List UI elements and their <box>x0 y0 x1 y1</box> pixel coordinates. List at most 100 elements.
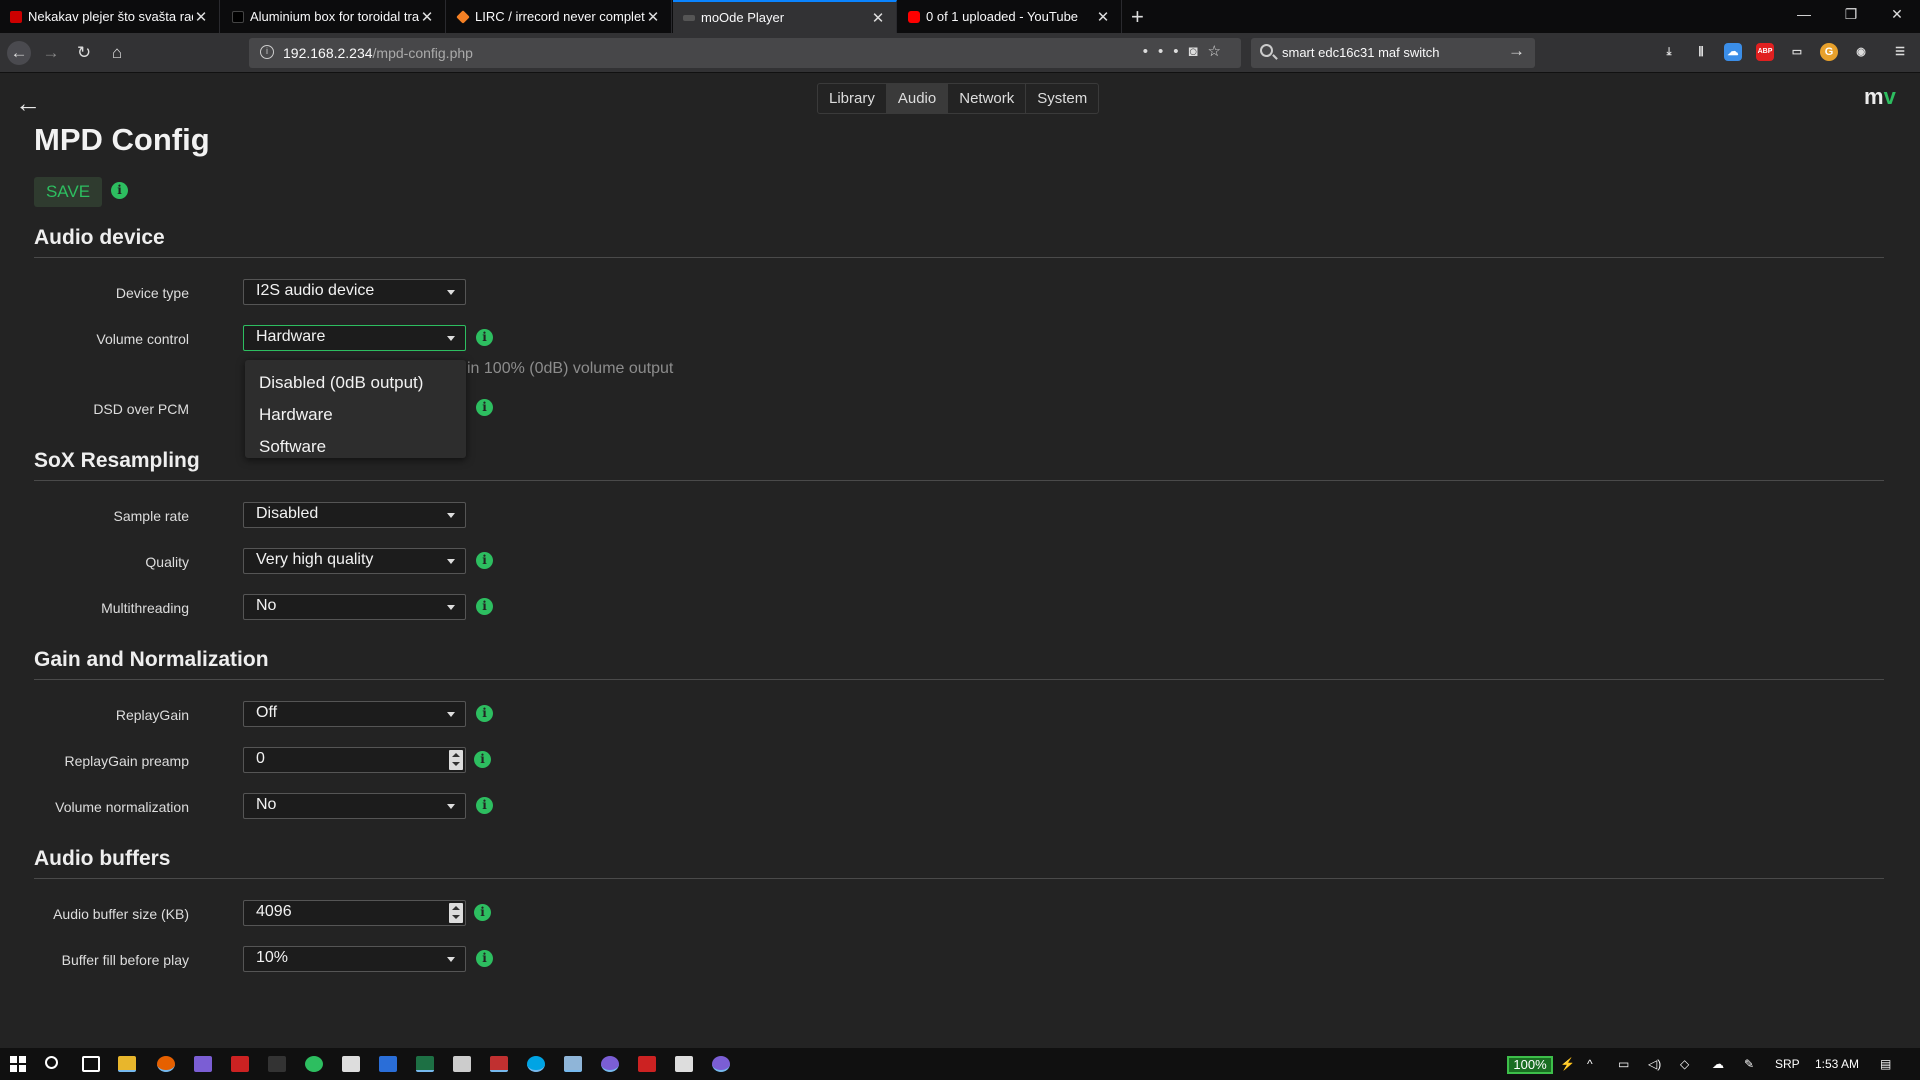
close-tab-icon[interactable]: ✕ <box>645 8 661 26</box>
browser-tab-active[interactable]: moOde Player ✕ <box>673 0 897 33</box>
file-explorer-icon[interactable] <box>118 1056 136 1072</box>
app-icon[interactable] <box>231 1056 249 1072</box>
close-tab-icon[interactable]: ✕ <box>193 8 209 26</box>
browser-tab[interactable]: LIRC / irrecord never completes ✕ <box>447 0 672 33</box>
app-icon[interactable] <box>564 1056 582 1072</box>
replaygain-select[interactable]: Off <box>243 701 466 727</box>
number-stepper-icon[interactable] <box>449 750 463 770</box>
new-tab-icon[interactable]: + <box>1131 4 1144 30</box>
app-icon[interactable] <box>638 1056 656 1072</box>
calendar-icon[interactable] <box>453 1056 471 1072</box>
back-arrow-icon[interactable]: ← <box>15 88 41 119</box>
download-icon[interactable]: ⤓ <box>1660 43 1678 61</box>
buffer-fill-select[interactable]: 10% <box>243 946 466 972</box>
dropdown-option[interactable]: Disabled (0dB output) <box>245 367 466 399</box>
number-stepper-icon[interactable] <box>449 903 463 923</box>
dropbox-icon[interactable]: ◇ <box>1680 1057 1689 1071</box>
tab-audio[interactable]: Audio <box>886 84 949 113</box>
app-icon[interactable] <box>194 1056 212 1072</box>
app-icon[interactable] <box>268 1056 286 1072</box>
audio-buffer-size-input[interactable]: 4096 <box>243 900 466 926</box>
extension-icon[interactable]: G <box>1820 43 1838 61</box>
app-icon[interactable] <box>379 1056 397 1072</box>
tab-library[interactable]: Library <box>818 84 887 113</box>
close-tab-icon[interactable]: ✕ <box>419 8 435 26</box>
library-icon[interactable]: ⫼ <box>1692 43 1710 61</box>
battery-icon[interactable]: ▭ <box>1618 1057 1629 1071</box>
volume-normalization-select[interactable]: No <box>243 793 466 819</box>
battery-indicator[interactable]: 100% <box>1507 1056 1553 1074</box>
menu-icon[interactable]: ☰ <box>1891 43 1909 61</box>
info-icon[interactable]: i <box>476 705 493 722</box>
viber-icon[interactable] <box>601 1056 619 1072</box>
notifications-icon[interactable]: ▤ <box>1880 1057 1891 1071</box>
app-icon[interactable] <box>712 1056 730 1072</box>
volume-icon[interactable]: ◁) <box>1648 1057 1661 1071</box>
volume-control-select[interactable]: Hardware <box>243 325 466 351</box>
search-bar[interactable]: smart edc16c31 maf switch → <box>1251 38 1535 68</box>
browser-tab[interactable]: Aluminium box for toroidal tra ✕ <box>222 0 446 33</box>
page-actions-icon[interactable]: ••• <box>1143 43 1189 60</box>
pocket-icon[interactable]: ◙ <box>1188 43 1207 60</box>
browser-tab[interactable]: Nekakav plejer što svašta radi - ✕ <box>0 0 220 33</box>
browser-tab[interactable]: 0 of 1 uploaded - YouTube ✕ <box>898 0 1122 33</box>
moode-logo[interactable]: mv <box>1864 84 1896 110</box>
cloud-icon[interactable]: ☁ <box>1724 43 1742 61</box>
mail-icon[interactable] <box>342 1056 360 1072</box>
save-button[interactable]: SAVE <box>34 177 102 207</box>
dropdown-option[interactable]: Software <box>245 431 466 463</box>
excel-icon[interactable] <box>416 1056 434 1072</box>
skype-icon[interactable] <box>527 1056 545 1072</box>
reload-icon[interactable]: ↻ <box>72 41 96 65</box>
close-tab-icon[interactable]: ✕ <box>1095 8 1111 26</box>
restore-icon[interactable]: ❐ <box>1828 6 1874 23</box>
multithreading-select[interactable]: No <box>243 594 466 620</box>
quality-select[interactable]: Very high quality <box>243 548 466 574</box>
firefox-icon[interactable] <box>157 1056 175 1072</box>
windows-start-icon[interactable] <box>10 1056 28 1072</box>
app-icon[interactable] <box>490 1056 508 1072</box>
home-icon[interactable]: ⌂ <box>105 41 129 65</box>
site-info-icon[interactable]: i <box>260 45 274 59</box>
device-type-select[interactable]: I2S audio device <box>243 279 466 305</box>
power-icon[interactable]: ⚡ <box>1560 1057 1575 1071</box>
search-go-icon[interactable]: → <box>1508 41 1525 61</box>
search-input[interactable]: smart edc16c31 maf switch <box>1282 45 1440 60</box>
sidebar-icon[interactable]: ▭ <box>1788 43 1806 61</box>
info-icon[interactable]: i <box>476 950 493 967</box>
info-icon[interactable]: i <box>476 552 493 569</box>
account-icon[interactable]: ◉ <box>1852 43 1870 61</box>
url-text[interactable]: 192.168.2.234/mpd-config.php <box>283 45 473 61</box>
adblock-icon[interactable]: ABP <box>1756 43 1774 61</box>
clock[interactable]: 1:53 AM <box>1815 1057 1859 1071</box>
buffer-fill-value: 10% <box>256 949 289 966</box>
info-icon[interactable]: i <box>474 751 491 768</box>
info-icon[interactable]: i <box>476 598 493 615</box>
info-icon[interactable]: i <box>111 182 128 199</box>
close-tab-icon[interactable]: ✕ <box>870 9 886 27</box>
section-sox-resampling: SoX Resampling <box>34 449 200 472</box>
onedrive-icon[interactable]: ☁ <box>1712 1057 1724 1071</box>
back-icon[interactable]: ← <box>7 41 31 65</box>
dropdown-option[interactable]: Hardware <box>245 399 466 431</box>
language-indicator[interactable]: SRP <box>1775 1057 1800 1071</box>
tab-system[interactable]: System <box>1026 84 1098 113</box>
close-window-icon[interactable]: ✕ <box>1874 6 1920 23</box>
calculator-icon[interactable] <box>675 1056 693 1072</box>
info-icon[interactable]: i <box>476 329 493 346</box>
minimize-icon[interactable]: — <box>1781 6 1827 22</box>
pen-icon[interactable]: ✎ <box>1744 1057 1754 1071</box>
bookmark-star-icon[interactable]: ☆ <box>1208 43 1231 60</box>
tab-network[interactable]: Network <box>948 84 1027 113</box>
sample-rate-select[interactable]: Disabled <box>243 502 466 528</box>
info-icon[interactable]: i <box>474 904 491 921</box>
chevron-up-icon[interactable]: ^ <box>1587 1057 1593 1071</box>
task-view-icon[interactable] <box>82 1056 100 1072</box>
search-icon[interactable] <box>45 1056 58 1069</box>
replaygain-preamp-input[interactable]: 0 <box>243 747 466 773</box>
forward-icon[interactable]: → <box>39 41 63 65</box>
info-icon[interactable]: i <box>476 399 493 416</box>
info-icon[interactable]: i <box>476 797 493 814</box>
url-bar[interactable]: i 192.168.2.234/mpd-config.php •••◙☆ <box>249 38 1241 68</box>
whatsapp-icon[interactable] <box>305 1056 323 1072</box>
